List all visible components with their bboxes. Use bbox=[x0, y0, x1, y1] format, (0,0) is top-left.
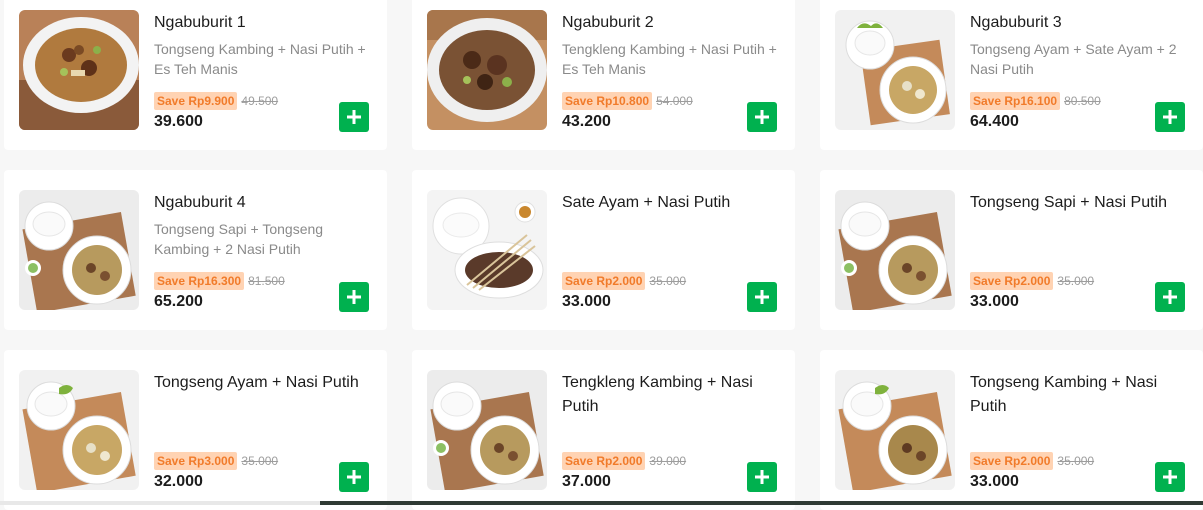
item-price: 39.600 bbox=[154, 113, 203, 130]
add-to-cart-button[interactable] bbox=[339, 282, 369, 312]
original-price: 54.000 bbox=[656, 94, 693, 108]
original-price: 81.500 bbox=[248, 274, 285, 288]
save-badge: Save Rp2.000 bbox=[562, 452, 646, 470]
original-price: 35.000 bbox=[1057, 274, 1095, 288]
item-name: Sate Ayam + Nasi Putih bbox=[562, 194, 731, 211]
price-block: Save Rp10.800 54.000 43.200 bbox=[562, 92, 693, 132]
save-badge: Save Rp2.000 bbox=[562, 272, 646, 290]
item-info: Tongseng Ayam + Nasi Putih Save Rp3.000 … bbox=[154, 370, 369, 500]
item-price: 33.000 bbox=[970, 473, 1019, 490]
save-badge: Save Rp3.000 bbox=[154, 452, 238, 470]
item-description: Tengkleng Kambing + Nasi Putih + Es Teh … bbox=[562, 41, 777, 77]
menu-item-card[interactable]: Tongseng Ayam + Nasi Putih Save Rp3.000 … bbox=[4, 350, 387, 510]
menu-item-card[interactable]: Ngabuburit 4 Tongseng Sapi + Tongseng Ka… bbox=[4, 170, 387, 330]
price-block: Save Rp3.000 35.000 32.000 bbox=[154, 452, 278, 492]
item-info: Ngabuburit 1 Tongseng Kambing + Nasi Put… bbox=[154, 10, 369, 140]
plus-icon bbox=[1163, 470, 1177, 484]
menu-item-card[interactable]: Ngabuburit 1 Tongseng Kambing + Nasi Put… bbox=[4, 0, 387, 150]
original-price: 49.500 bbox=[241, 94, 279, 108]
plus-icon bbox=[755, 290, 769, 304]
plus-icon bbox=[347, 290, 361, 304]
food-photo[interactable] bbox=[427, 190, 547, 310]
item-info: Tengkleng Kambing + Nasi Putih Save Rp2.… bbox=[562, 370, 777, 500]
plus-icon bbox=[347, 470, 361, 484]
food-photo[interactable] bbox=[19, 10, 139, 130]
price-block: Save Rp16.100 80.500 64.400 bbox=[970, 92, 1101, 132]
menu-item-card[interactable]: Tongseng Sapi + Nasi Putih Save Rp2.000 … bbox=[820, 170, 1203, 330]
food-photo[interactable] bbox=[427, 10, 547, 130]
menu-item-card[interactable]: Ngabuburit 3 Tongseng Ayam + Sate Ayam +… bbox=[820, 0, 1203, 150]
item-info: Tongseng Kambing + Nasi Putih Save Rp2.0… bbox=[970, 370, 1185, 500]
save-badge: Save Rp16.100 bbox=[970, 92, 1061, 110]
original-price: 80.500 bbox=[1064, 94, 1101, 108]
original-price: 35.000 bbox=[1057, 454, 1095, 468]
item-name: Ngabuburit 1 bbox=[154, 14, 246, 31]
price-block: Save Rp2.000 39.000 37.000 bbox=[562, 452, 686, 492]
item-name: Ngabuburit 4 bbox=[154, 194, 246, 211]
item-price: 43.200 bbox=[562, 113, 611, 130]
price-block: Save Rp2.000 35.000 33.000 bbox=[562, 272, 686, 312]
item-description: Tongseng Sapi + Tongseng Kambing + 2 Nas… bbox=[154, 221, 324, 257]
item-name: Ngabuburit 3 bbox=[970, 14, 1062, 31]
plus-icon bbox=[755, 470, 769, 484]
item-info: Ngabuburit 4 Tongseng Sapi + Tongseng Ka… bbox=[154, 190, 369, 320]
price-block: Save Rp2.000 35.000 33.000 bbox=[970, 272, 1094, 312]
plus-icon bbox=[755, 110, 769, 124]
item-info: Sate Ayam + Nasi Putih Save Rp2.000 35.0… bbox=[562, 190, 777, 320]
menu-item-card[interactable]: Sate Ayam + Nasi Putih Save Rp2.000 35.0… bbox=[412, 170, 795, 330]
food-photo[interactable] bbox=[19, 190, 139, 310]
price-block: Save Rp16.300 81.500 65.200 bbox=[154, 272, 285, 312]
item-name: Tongseng Sapi + Nasi Putih bbox=[970, 194, 1168, 211]
add-to-cart-button[interactable] bbox=[747, 102, 777, 132]
original-price: 39.000 bbox=[649, 454, 687, 468]
plus-icon bbox=[1163, 110, 1177, 124]
item-info: Ngabuburit 3 Tongseng Ayam + Sate Ayam +… bbox=[970, 10, 1185, 140]
item-price: 64.400 bbox=[970, 113, 1019, 130]
food-photo[interactable] bbox=[835, 370, 955, 490]
original-price: 35.000 bbox=[241, 454, 279, 468]
menu-item-card[interactable]: Tongseng Kambing + Nasi Putih Save Rp2.0… bbox=[820, 350, 1203, 510]
item-description: Tongseng Ayam + Sate Ayam + 2 Nasi Putih bbox=[970, 41, 1177, 77]
original-price: 35.000 bbox=[649, 274, 687, 288]
food-photo[interactable] bbox=[427, 370, 547, 490]
food-photo[interactable] bbox=[19, 370, 139, 490]
item-name: Ngabuburit 2 bbox=[562, 14, 654, 31]
item-price: 33.000 bbox=[970, 293, 1019, 310]
food-photo[interactable] bbox=[835, 190, 955, 310]
price-block: Save Rp9.900 49.500 39.600 bbox=[154, 92, 278, 132]
save-badge: Save Rp2.000 bbox=[970, 452, 1054, 470]
save-badge: Save Rp10.800 bbox=[562, 92, 653, 110]
item-name: Tongseng Kambing + Nasi Putih bbox=[970, 374, 1158, 415]
save-badge: Save Rp2.000 bbox=[970, 272, 1054, 290]
add-to-cart-button[interactable] bbox=[339, 462, 369, 492]
menu-item-card[interactable]: Ngabuburit 2 Tengkleng Kambing + Nasi Pu… bbox=[412, 0, 795, 150]
add-to-cart-button[interactable] bbox=[1155, 462, 1185, 492]
food-photo[interactable] bbox=[835, 10, 955, 130]
item-price: 65.200 bbox=[154, 293, 203, 310]
scrollbar-thumb[interactable] bbox=[320, 501, 1203, 505]
item-name: Tengkleng Kambing + Nasi Putih bbox=[562, 374, 753, 415]
item-info: Tongseng Sapi + Nasi Putih Save Rp2.000 … bbox=[970, 190, 1185, 320]
horizontal-scrollbar[interactable] bbox=[0, 501, 1203, 505]
save-badge: Save Rp9.900 bbox=[154, 92, 238, 110]
add-to-cart-button[interactable] bbox=[747, 462, 777, 492]
menu-grid: Ngabuburit 1 Tongseng Kambing + Nasi Put… bbox=[4, 0, 1203, 510]
save-badge: Save Rp16.300 bbox=[154, 272, 245, 290]
add-to-cart-button[interactable] bbox=[1155, 102, 1185, 132]
item-price: 33.000 bbox=[562, 293, 611, 310]
add-to-cart-button[interactable] bbox=[747, 282, 777, 312]
price-block: Save Rp2.000 35.000 33.000 bbox=[970, 452, 1094, 492]
add-to-cart-button[interactable] bbox=[1155, 282, 1185, 312]
item-name: Tongseng Ayam + Nasi Putih bbox=[154, 374, 359, 391]
plus-icon bbox=[347, 110, 361, 124]
add-to-cart-button[interactable] bbox=[339, 102, 369, 132]
item-price: 32.000 bbox=[154, 473, 203, 490]
item-info: Ngabuburit 2 Tengkleng Kambing + Nasi Pu… bbox=[562, 10, 777, 140]
plus-icon bbox=[1163, 290, 1177, 304]
menu-item-card[interactable]: Tengkleng Kambing + Nasi Putih Save Rp2.… bbox=[412, 350, 795, 510]
item-description: Tongseng Kambing + Nasi Putih + Es Teh M… bbox=[154, 41, 366, 77]
item-price: 37.000 bbox=[562, 473, 611, 490]
